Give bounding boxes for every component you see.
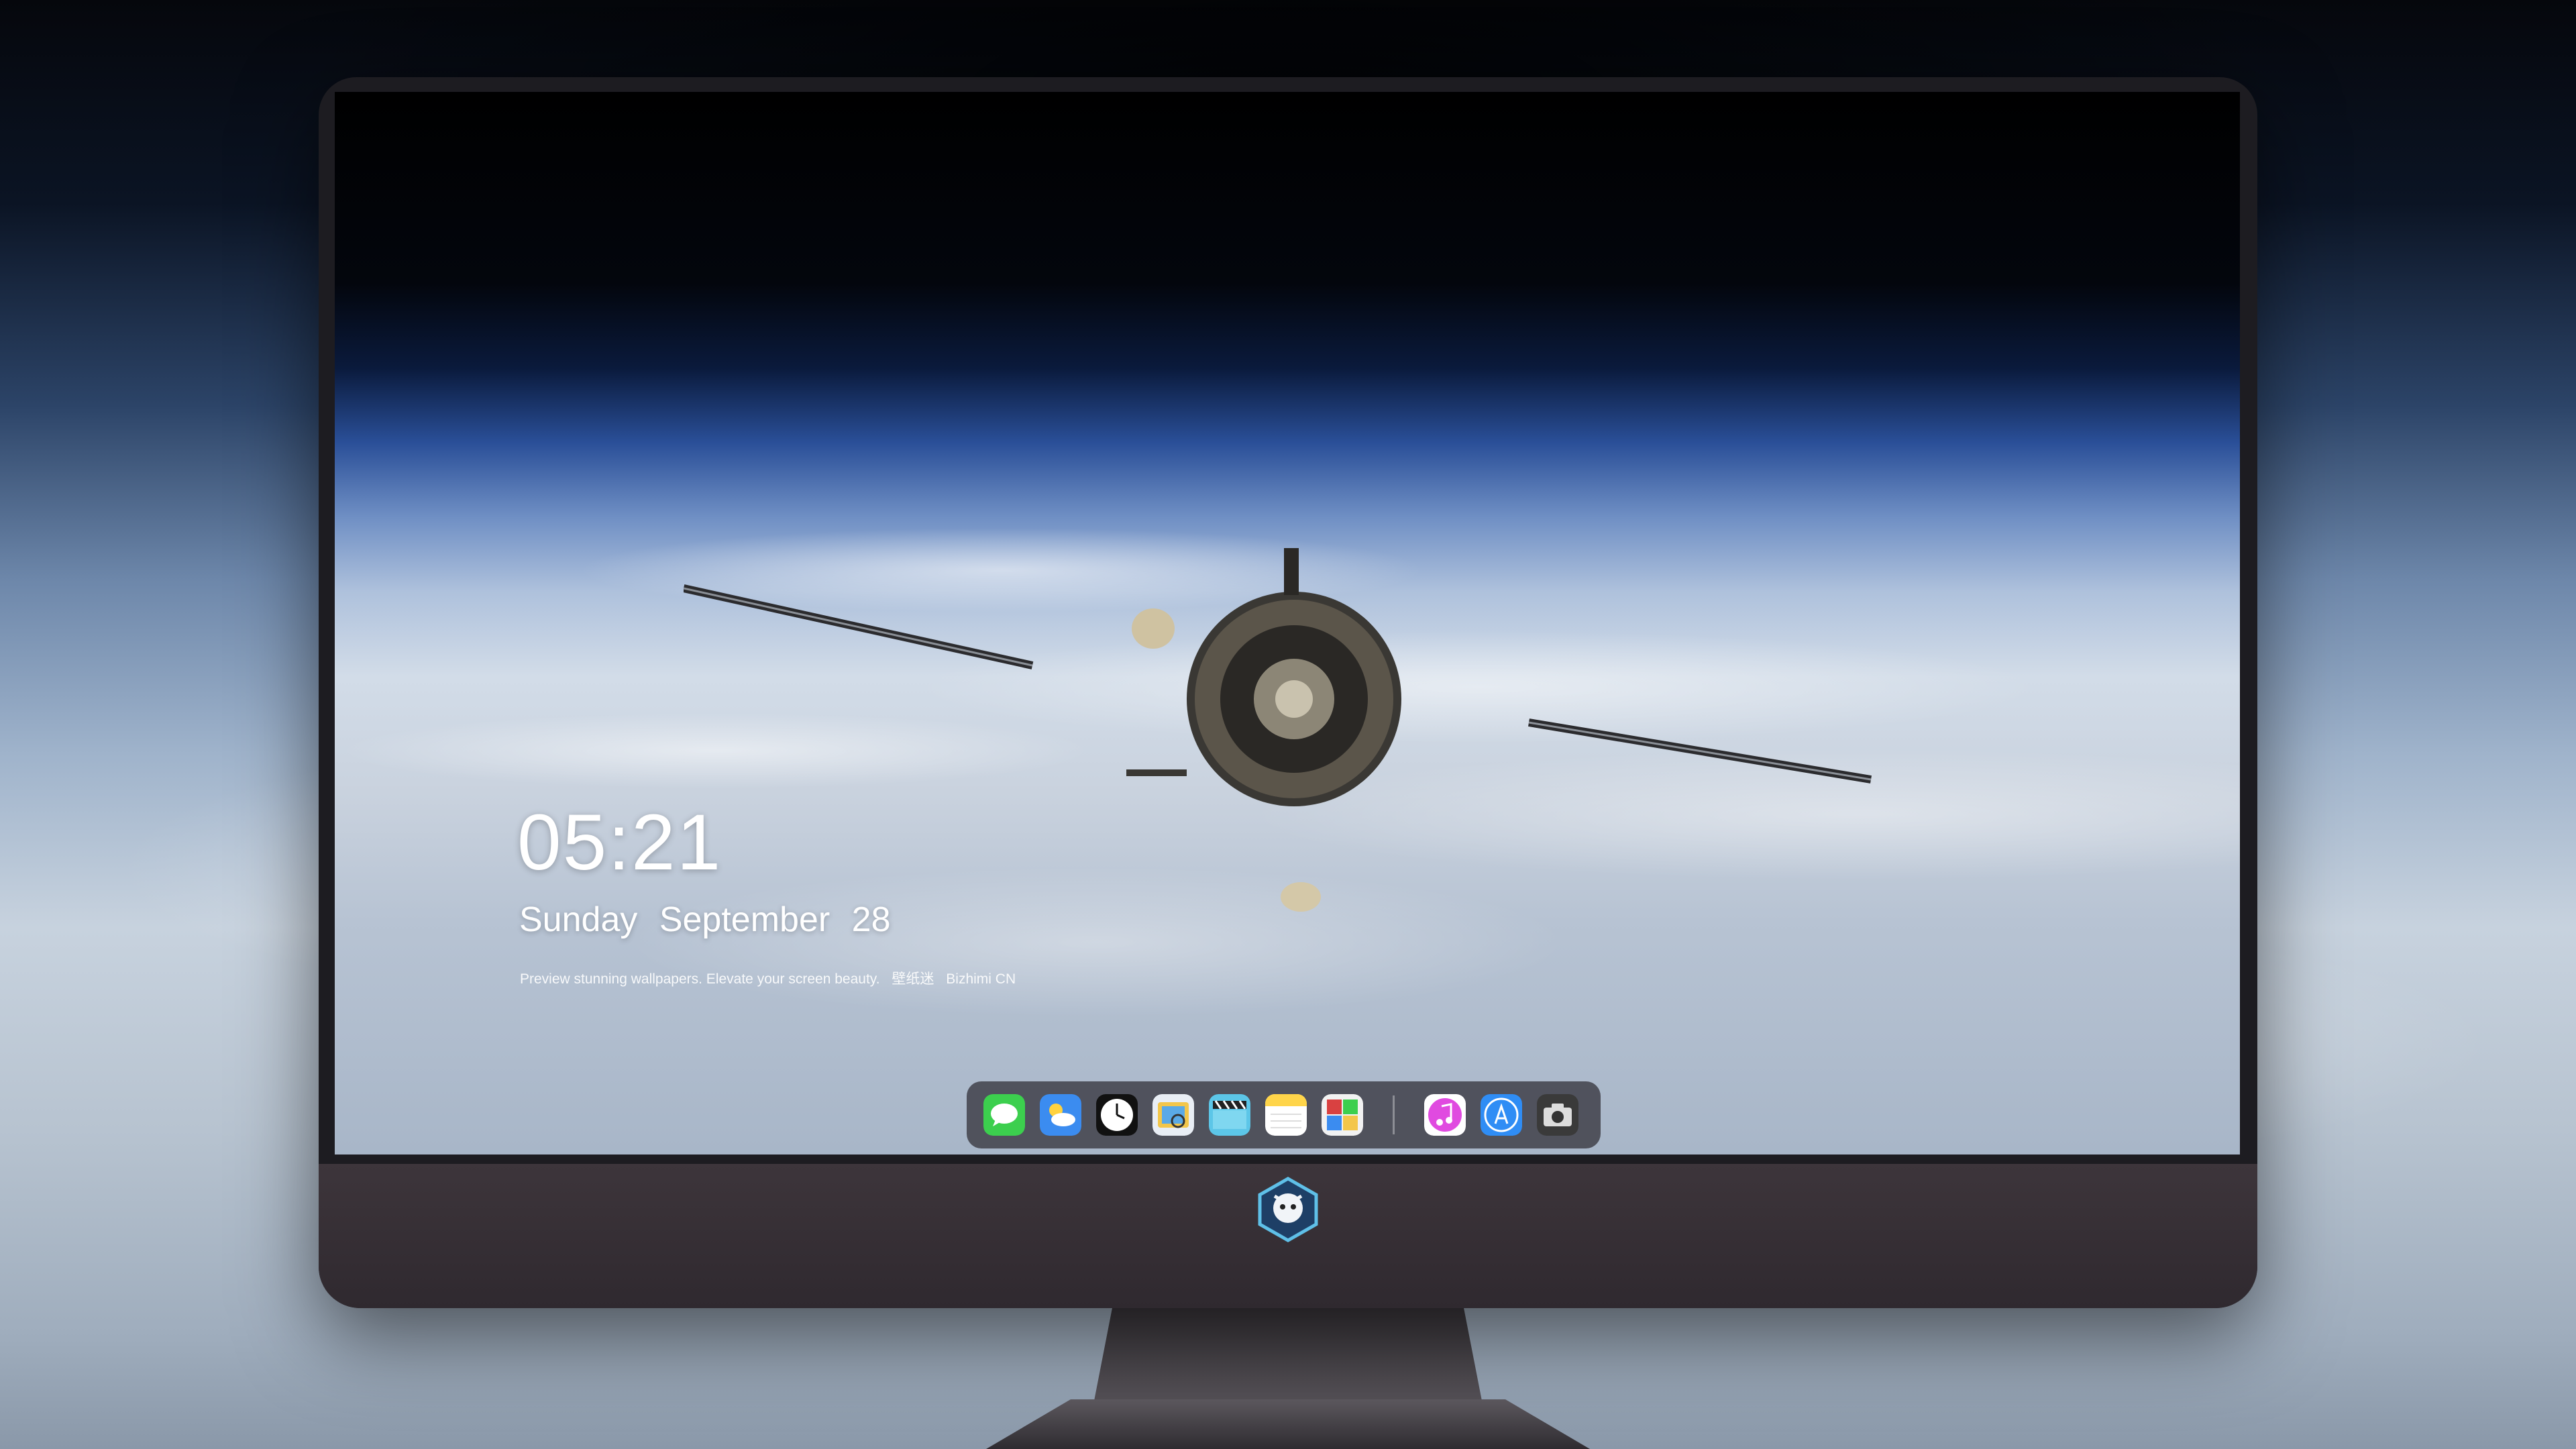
music-icon[interactable] [1424,1094,1466,1136]
lock-date: Sunday September 28 [519,902,903,937]
date-month: September [659,900,830,939]
caption-brand-cn: 壁纸迷 [892,971,934,987]
date-weekday: Sunday [519,900,638,939]
notes-icon[interactable] [1265,1094,1307,1136]
dock [967,1081,1601,1148]
clips-icon[interactable] [1209,1094,1250,1136]
weather-icon[interactable] [1040,1094,1081,1136]
preview-icon[interactable] [1152,1094,1194,1136]
monitor: 05:21 Sunday September 28 Preview stunni… [319,77,2257,1308]
dock-separator [1393,1095,1395,1134]
date-day: 28 [851,900,891,939]
photo-booth-icon[interactable] [1322,1094,1363,1136]
desktop-screen: 05:21 Sunday September 28 Preview stunni… [335,92,2240,1155]
camera-icon[interactable] [1537,1094,1578,1136]
monitor-stand-base [986,1399,1590,1449]
clock-icon[interactable] [1096,1094,1138,1136]
caption-brand: Bizhimi CN [946,971,1016,987]
messages-icon[interactable] [983,1094,1025,1136]
app-store-icon[interactable] [1481,1094,1522,1136]
lock-clock: 05:21 [517,798,722,887]
brand-logo-icon [1258,1177,1318,1242]
caption-text: Preview stunning wallpapers. Elevate you… [520,971,880,987]
wallpaper-caption: Preview stunning wallpapers. Elevate you… [520,968,1024,988]
